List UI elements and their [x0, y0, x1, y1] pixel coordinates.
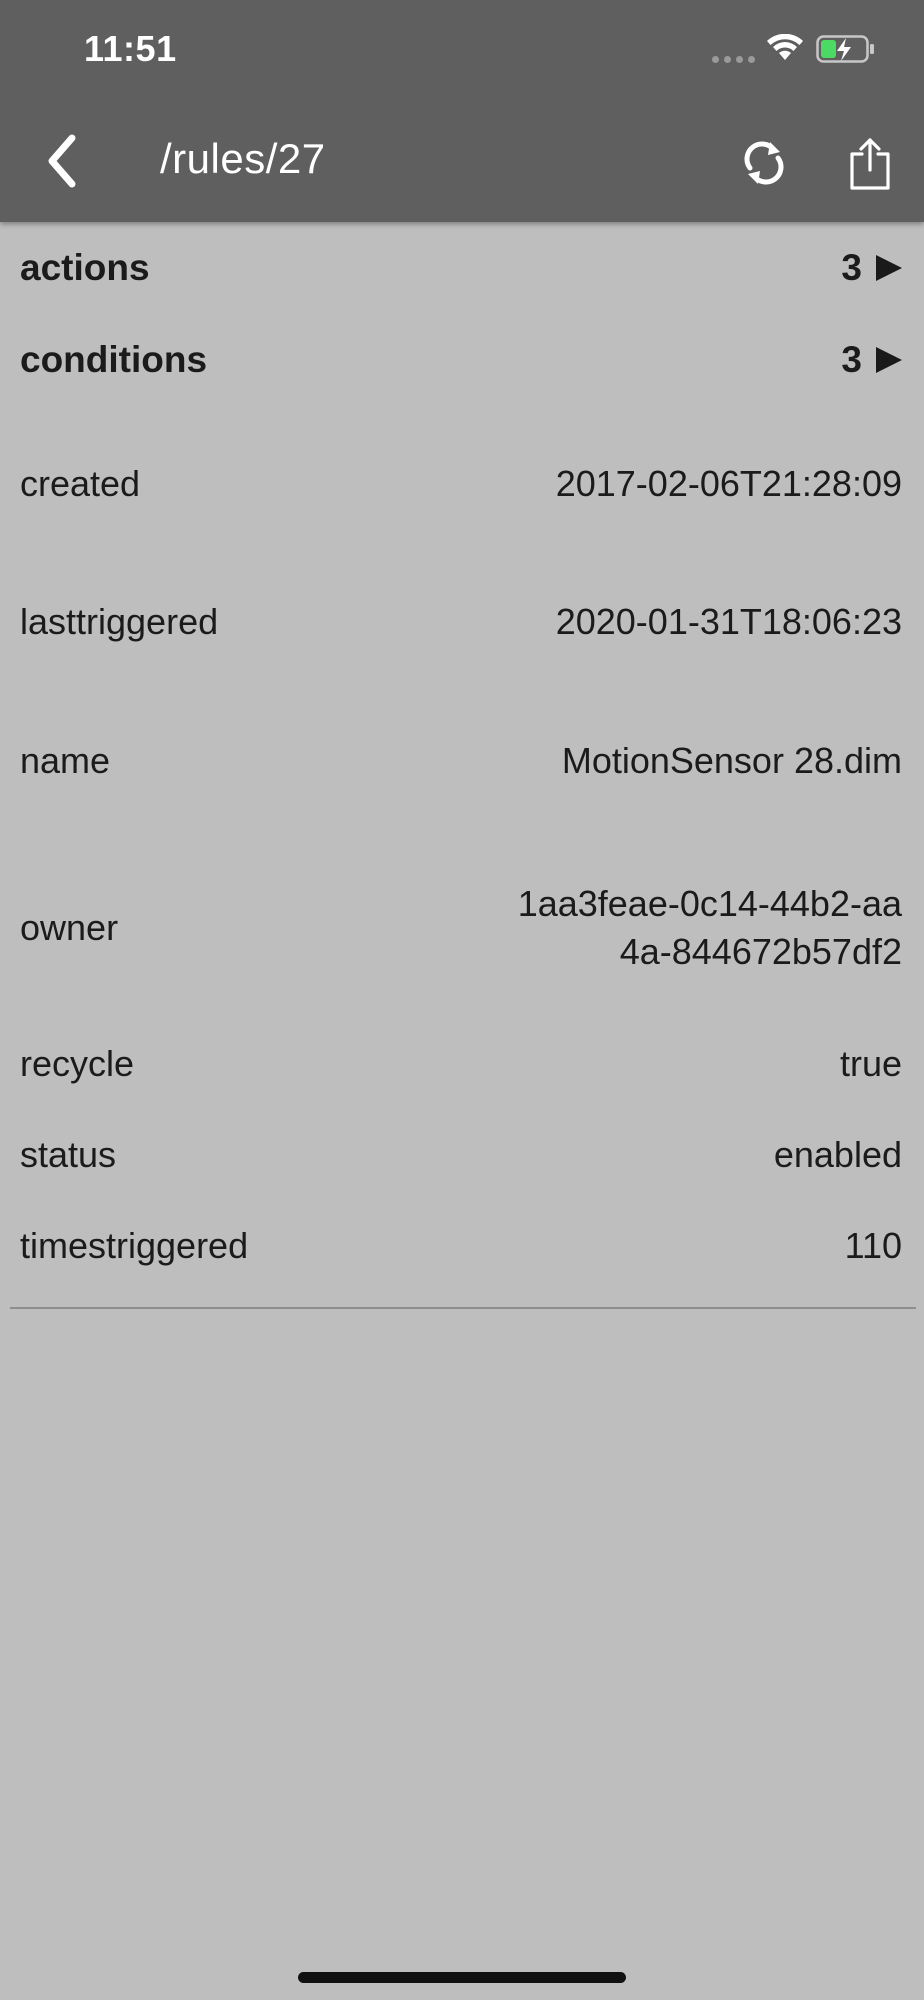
row-value: 110: [844, 1225, 902, 1266]
row-key: owner: [20, 907, 119, 948]
disclosure-triangle-icon: [876, 347, 902, 373]
list-divider: [10, 1307, 916, 1309]
row-value: 1aa3feae-0c14-44b2-aa4a-844672b57df2: [517, 883, 902, 972]
row-value: 3: [841, 336, 902, 384]
row-actions[interactable]: actions 3: [0, 222, 924, 314]
back-button[interactable]: [40, 130, 86, 192]
row-value: enabled: [773, 1134, 902, 1175]
home-indicator[interactable]: [298, 1972, 626, 1983]
row-recycle: recycle true: [0, 1024, 924, 1104]
row-created: created 2017-02-06T21:28:09: [0, 424, 924, 544]
row-key: conditions: [20, 339, 208, 380]
row-name: name MotionSensor 28.dim: [0, 701, 924, 821]
row-key: name: [20, 740, 111, 781]
row-key: actions: [20, 247, 150, 288]
row-timestriggered: timestriggered 110: [0, 1206, 924, 1286]
row-key: created: [20, 463, 141, 504]
row-key: recycle: [20, 1043, 135, 1084]
row-value: true: [839, 1043, 902, 1084]
chevron-left-icon: [48, 134, 76, 188]
row-conditions[interactable]: conditions 3: [0, 314, 924, 406]
row-key: status: [20, 1134, 117, 1175]
wifi-icon: [767, 34, 803, 60]
row-value: MotionSensor 28.dim: [561, 740, 902, 781]
row-status: status enabled: [0, 1115, 924, 1195]
navigation-header: 11:51 /rules/27: [0, 0, 924, 222]
row-key: timestriggered: [20, 1225, 249, 1266]
disclosure-triangle-icon: [876, 255, 902, 281]
row-value: 2020-01-31T18:06:23: [555, 601, 902, 642]
row-lasttriggered: lasttriggered 2020-01-31T18:06:23: [0, 562, 924, 682]
share-button[interactable]: [848, 136, 892, 192]
row-count: 3: [841, 339, 862, 380]
row-key: lasttriggered: [20, 601, 219, 642]
row-value: 3: [841, 244, 902, 292]
share-icon: [850, 138, 890, 190]
status-time: 11:51: [84, 28, 177, 69]
page-title: /rules/27: [160, 135, 326, 182]
row-owner: owner 1aa3feae-0c14-44b2-aa4a-844672b57d…: [0, 844, 924, 1012]
row-count: 3: [841, 247, 862, 288]
row-value: 2017-02-06T21:28:09: [555, 463, 902, 504]
battery-charging-icon: [816, 35, 874, 63]
cellular-signal-icon: [712, 56, 755, 63]
refresh-button[interactable]: [740, 138, 788, 188]
